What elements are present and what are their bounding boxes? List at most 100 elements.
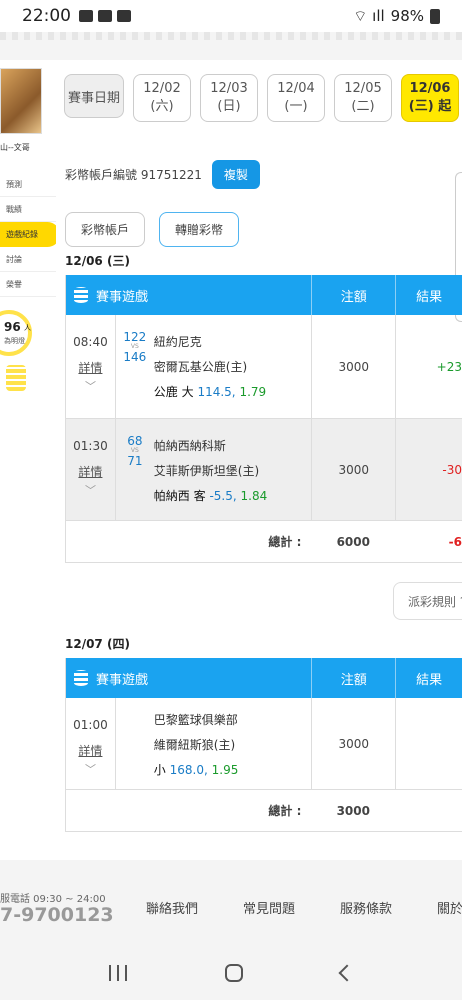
score-home: 146 <box>123 349 147 364</box>
bet-pick: 公鹿 大 114.5, 1.79 <box>154 380 312 405</box>
payout-rules-button[interactable]: 派彩規則 ? <box>393 582 462 620</box>
pick-odds: 1.79 <box>239 385 267 399</box>
date-tab-1205[interactable]: 12/05 (二) <box>334 74 392 122</box>
back-icon[interactable] <box>338 964 356 981</box>
header-game: 賽事遊戲 <box>66 669 311 688</box>
team-away: 巴黎籃球俱樂部 <box>153 713 238 727</box>
status-time: 22:00 <box>22 6 71 26</box>
detail-link[interactable]: 詳情 <box>78 742 102 759</box>
recent-apps-icon[interactable] <box>109 964 127 981</box>
stat-desc: 為明燈 <box>4 337 25 345</box>
header-amount: 注額 <box>311 658 395 698</box>
amount-cell: 3000 <box>311 315 395 418</box>
account-info: 彩幣帳戶編號 91751221 複製 <box>65 160 260 189</box>
score-cell <box>116 698 154 789</box>
game-time: 08:40 <box>73 335 108 349</box>
main-panel: 賽事日期 12/02 (六) 12/03 (日) 12/04 (一) 12/05 (二)… <box>56 60 462 860</box>
service-hours: 服電話 09:30 ~ 24:00 <box>0 894 106 905</box>
footer-link-terms[interactable]: 服務條款 <box>340 898 437 917</box>
cloud-icon <box>117 10 131 22</box>
date-filter-label: 賽事日期 <box>64 74 124 118</box>
teams-cell: 紐約尼克 密爾瓦基公鹿(主) 公鹿 大 114.5, 1.79 <box>154 315 312 418</box>
chevron-down-icon[interactable]: ﹀ <box>85 378 96 394</box>
service-phone[interactable]: 7-9700123 <box>0 904 114 926</box>
weekday-text: (二) <box>351 99 375 114</box>
date-tab-1202[interactable]: 12/02 (六) <box>133 74 191 122</box>
pick-name: 公鹿 大 <box>153 385 194 399</box>
user-name: 山--文哥 <box>0 143 30 152</box>
header-result: 結果 <box>395 658 462 698</box>
amount-cell: 3000 <box>311 698 395 789</box>
database-icon <box>74 670 88 686</box>
wifi-icon: ⌔ ıll <box>353 6 385 25</box>
date-text: 12/03 <box>210 81 248 97</box>
date-text: 12/04 <box>277 81 315 97</box>
detail-link[interactable]: 詳情 <box>78 359 102 376</box>
total-result: -6 <box>448 534 462 549</box>
system-nav-bar <box>0 945 462 1000</box>
team-away: 紐約尼克 <box>153 335 202 349</box>
weekday-text: (六) <box>150 99 174 114</box>
date-text: 12/02 <box>143 81 181 97</box>
header-amount: 注額 <box>311 275 395 315</box>
total-label: 總計 : <box>268 804 302 818</box>
pick-odds: 1.95 <box>211 763 239 777</box>
copy-button[interactable]: 複製 <box>211 160 260 189</box>
tab-coin-account[interactable]: 彩幣帳戶 <box>65 212 146 247</box>
game-time: 01:30 <box>73 439 108 453</box>
pick-odds: 1.84 <box>240 489 268 503</box>
footer-link-contact[interactable]: 聯絡我們 <box>146 898 243 917</box>
pick-name: 小 <box>153 763 166 777</box>
sidebar-item-honor[interactable]: 榮譽 <box>0 272 56 297</box>
date-filter: 賽事日期 12/02 (六) 12/03 (日) 12/04 (一) 12/05 (二)… <box>56 74 459 124</box>
footer: 服電話 09:30 ~ 24:00 7-9700123 聯絡我們 常見問題 服務… <box>0 880 462 945</box>
chevron-down-icon[interactable]: ﹀ <box>85 761 96 777</box>
weekday-text: (一) <box>284 99 308 114</box>
battery-icon <box>430 8 440 24</box>
divider <box>0 32 462 40</box>
bet-pick: 帕納西 客 -5.5, 1.84 <box>154 484 312 509</box>
footer-links: 聯絡我們 常見問題 服務條款 關於 <box>146 898 462 917</box>
check-icon <box>98 10 112 22</box>
table-row: 01:00 詳情 ﹀ 巴黎籃球俱樂部 維爾紐斯狼(主) 小 168.0, 1.9… <box>66 698 462 790</box>
notification-icons <box>79 10 131 22</box>
team-home: 艾菲斯伊斯坦堡(主) <box>153 464 260 478</box>
pick-name: 帕納西 客 <box>153 489 206 503</box>
sidebar-item-record[interactable]: 戰績 <box>0 197 56 222</box>
avatar[interactable] <box>0 68 42 134</box>
score-cell: 122 VS 146 <box>116 315 154 418</box>
home-icon[interactable] <box>225 963 243 982</box>
teams-cell: 巴黎籃球俱樂部 維爾紐斯狼(主) 小 168.0, 1.95 <box>154 698 312 789</box>
sidebar: 山--文哥 預測 戰績 遊戲紀錄 討論 榮譽 96 人 為明燈 <box>0 60 60 860</box>
game-time-cell: 01:30 詳情 ﹀ <box>66 419 116 520</box>
score-home: 71 <box>127 453 143 468</box>
sidebar-item-discuss[interactable]: 討論 <box>0 247 56 272</box>
bulb-icon <box>6 365 26 391</box>
footer-link-about[interactable]: 關於 <box>437 898 462 917</box>
pick-line: 114.5, <box>197 385 236 399</box>
stat-number: 96 <box>4 320 21 334</box>
database-icon <box>74 287 88 303</box>
total-amount: 3000 <box>336 803 370 818</box>
video-icon <box>79 10 93 22</box>
day-title: 12/06 (三) <box>65 254 130 268</box>
footer-link-faq[interactable]: 常見問題 <box>243 898 340 917</box>
date-tab-1203[interactable]: 12/03 (日) <box>200 74 258 122</box>
header-game: 賽事遊戲 <box>66 286 311 305</box>
game-time-cell: 08:40 詳情 ﹀ <box>66 315 116 418</box>
day-title: 12/07 (四) <box>65 637 130 651</box>
tab-transfer-coins[interactable]: 轉贈彩幣 <box>159 212 240 247</box>
date-tab-1206[interactable]: 12/06 (三) 起 <box>401 74 459 122</box>
total-row: 總計 : 6000 -6 <box>66 521 462 563</box>
sidebar-item-game-log[interactable]: 遊戲紀錄 <box>0 222 60 247</box>
game-time-cell: 01:00 詳情 ﹀ <box>66 698 116 789</box>
bet-table: 賽事遊戲 注額 結果 01:00 詳情 ﹀ 巴黎籃球俱樂部 維爾紐斯狼(主) 小… <box>65 658 462 832</box>
date-tab-1204[interactable]: 12/04 (一) <box>267 74 325 122</box>
chevron-down-icon[interactable]: ﹀ <box>85 482 96 498</box>
sidebar-item-predict[interactable]: 預測 <box>0 172 56 197</box>
bet-pick: 小 168.0, 1.95 <box>154 758 312 783</box>
header-game-label: 賽事遊戲 <box>96 289 149 305</box>
weekday-text: (三) 起 <box>408 99 452 114</box>
total-label: 總計 : <box>268 535 302 549</box>
detail-link[interactable]: 詳情 <box>78 463 102 480</box>
